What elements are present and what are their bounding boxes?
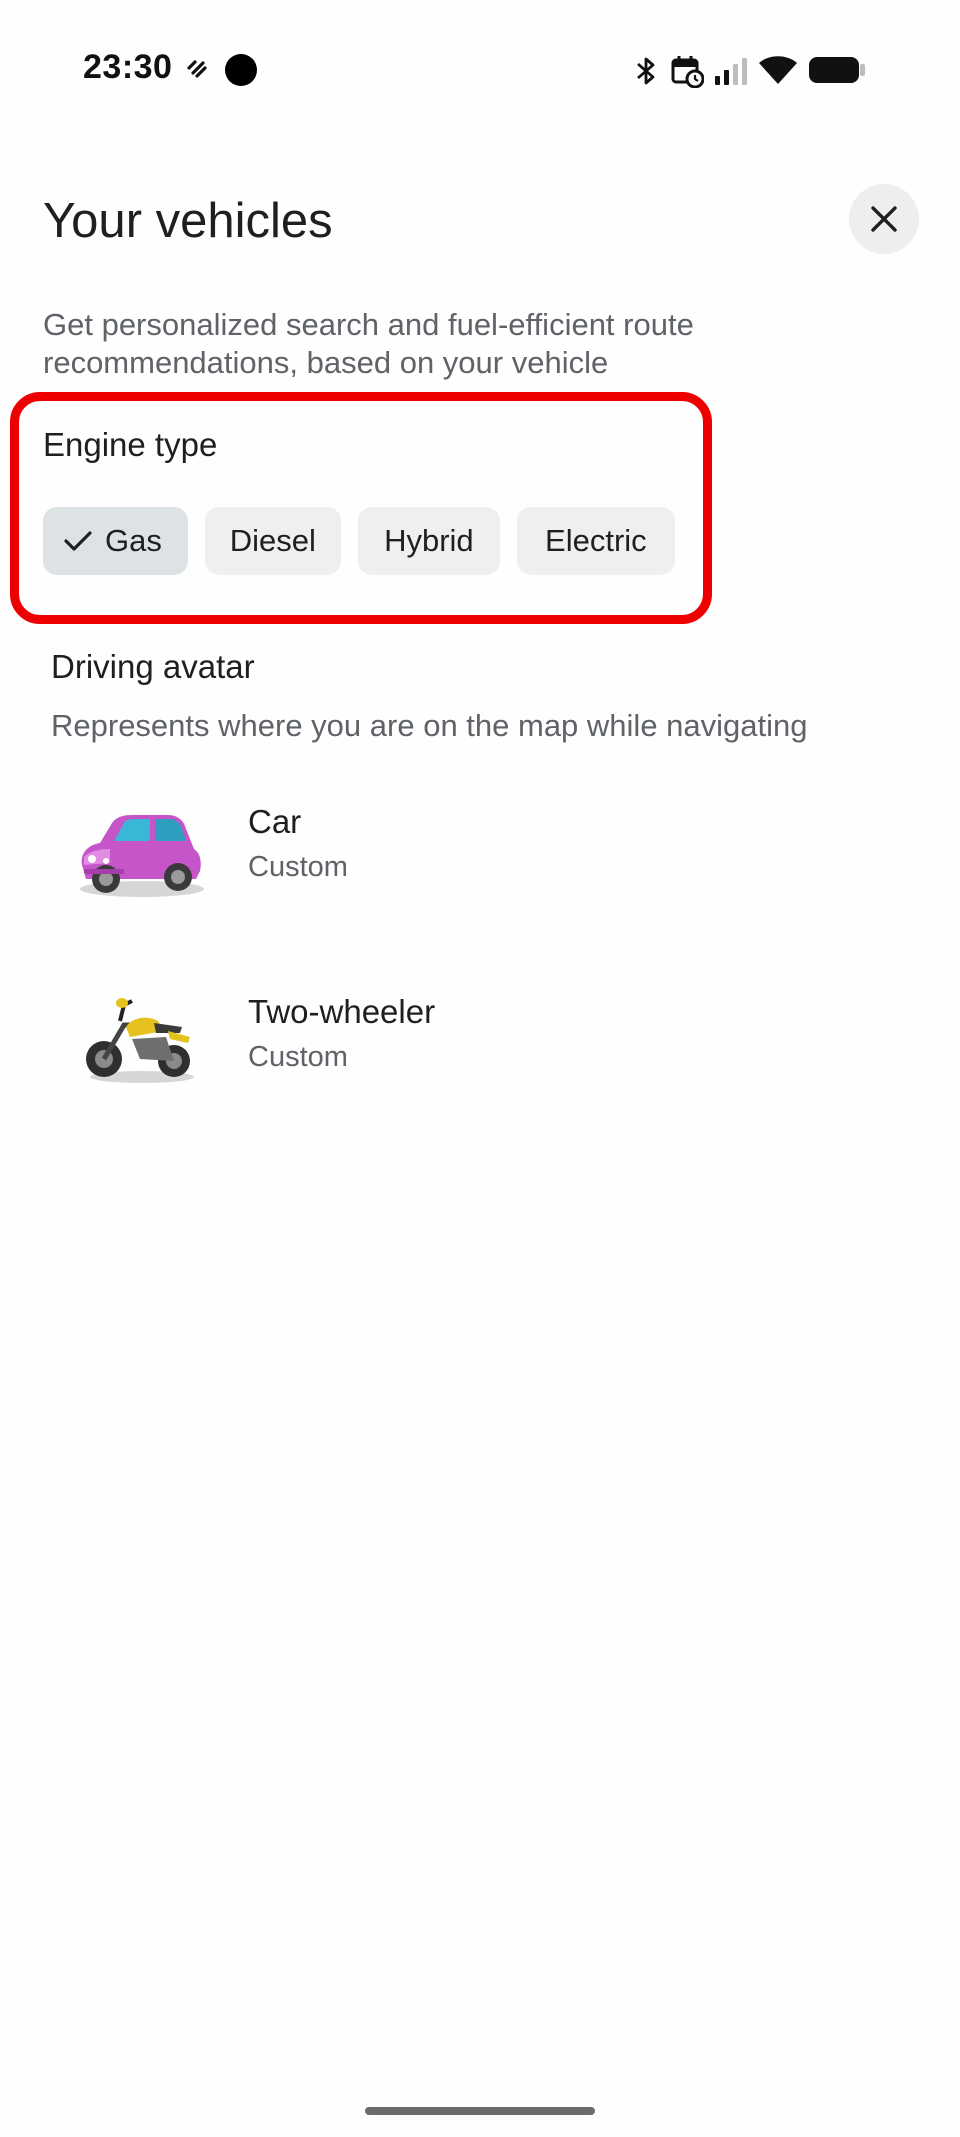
driving-avatar-label: Driving avatar [51,648,255,685]
close-button[interactable] [849,184,919,254]
chip-diesel[interactable]: Diesel [204,507,341,575]
battery-icon [809,57,865,83]
home-indicator[interactable] [365,2107,595,2115]
avatar-row-two-wheeler[interactable]: Two-wheeler Custom [0,965,960,1115]
wifi-icon [759,56,797,84]
avatar-row-car[interactable]: Car Custom [0,775,960,925]
page-title: Your vehicles [43,194,333,248]
chip-gas[interactable]: Gas [43,507,188,575]
avatar-two-wheeler-subtitle: Custom [248,1041,348,1073]
flash-off-icon [187,60,207,78]
chip-electric-label: Electric [545,523,647,558]
avatar-car-subtitle: Custom [248,851,348,883]
avatar-two-wheeler-title: Two-wheeler [248,993,436,1030]
signal-icon [715,58,747,85]
chip-gas-label: Gas [105,523,162,558]
page-description: Get personalized search and fuel-efficie… [43,307,694,380]
chip-diesel-label: Diesel [229,523,316,558]
status-time: 23:30 [83,48,173,86]
close-icon [871,206,897,232]
status-bar: 23:30 [0,0,960,140]
bluetooth-icon [637,57,655,85]
calendar-clock-icon [671,56,704,88]
engine-type-label: Engine type [43,426,218,463]
check-icon [63,529,93,553]
pink-car-icon [80,815,204,897]
camera-cutout-icon [225,54,257,86]
chip-hybrid[interactable]: Hybrid [357,507,500,575]
driving-avatar-description: Represents where you are on the map whil… [51,708,808,743]
chip-electric[interactable]: Electric [516,507,675,575]
avatar-car-title: Car [248,803,302,840]
engine-type-chips: Gas Diesel Hybrid Electric [43,507,675,575]
yellow-motorcycle-icon [86,998,194,1083]
chip-hybrid-label: Hybrid [384,523,474,558]
